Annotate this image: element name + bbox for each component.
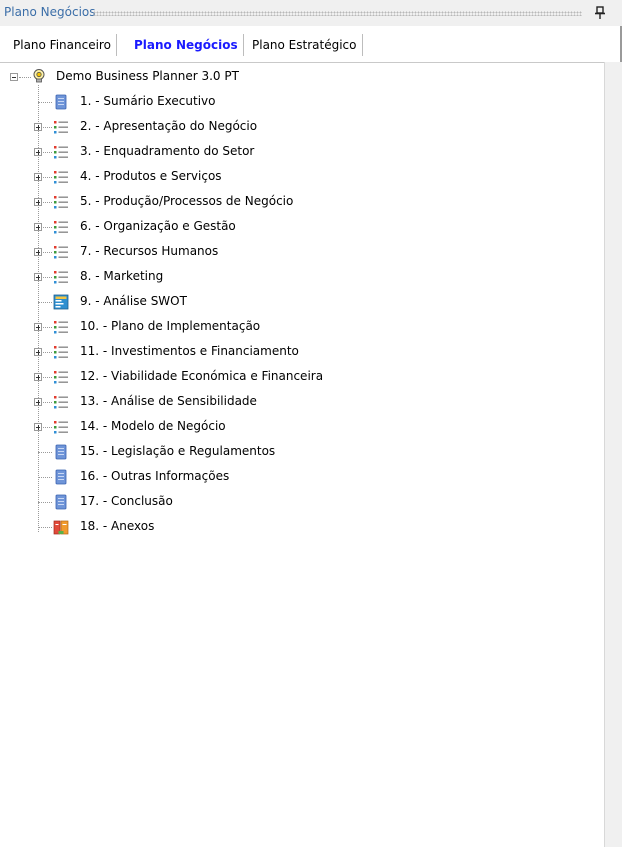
- tree-item-conclusao[interactable]: 17. - Conclusão: [0, 490, 600, 514]
- tree-item-organizacao-e-gestao[interactable]: 6. - Organização e Gestão: [0, 215, 600, 239]
- tree-item-label: 17. - Conclusão: [80, 494, 173, 508]
- expand-toggle[interactable]: [34, 148, 42, 156]
- tree-item-outras-informacoes[interactable]: 16. - Outras Informações: [0, 465, 600, 489]
- lightbulb-icon: [33, 69, 45, 83]
- tree-item-investimentos-e-financiamento[interactable]: 11. - Investimentos e Financiamento: [0, 340, 600, 364]
- tree-connector: [38, 452, 52, 453]
- tree-item-label: 2. - Apresentação do Negócio: [80, 119, 258, 133]
- tree-root-label: Demo Business Planner 3.0 PT: [56, 69, 239, 83]
- tree-connector: [38, 477, 52, 478]
- list-icon: [54, 146, 68, 159]
- tree-connector: [38, 102, 52, 103]
- tab-plano-negocios[interactable]: Plano Negócios: [129, 34, 244, 56]
- tree-connector: [38, 302, 52, 303]
- tree-connector: [38, 527, 52, 528]
- tree-item-sumario-executivo[interactable]: 1. - Sumário Executivo: [0, 90, 600, 114]
- list-icon: [54, 171, 68, 184]
- tree-item-label: 16. - Outras Informações: [80, 469, 230, 483]
- list-icon: [54, 246, 68, 259]
- expand-toggle[interactable]: [34, 423, 42, 431]
- tree-item-label: 14. - Modelo de Negócio: [80, 419, 226, 433]
- tab-plano-financeiro[interactable]: Plano Financeiro: [8, 34, 117, 56]
- tree-connector: [19, 77, 31, 78]
- tree-item-label: 10. - Plano de Implementação: [80, 319, 261, 333]
- list-icon: [54, 221, 68, 234]
- tree-item-label: 5. - Produção/Processos de Negócio: [80, 194, 294, 208]
- vertical-scrollbar[interactable]: [604, 62, 622, 847]
- tab-plano-estrategico[interactable]: Plano Estratégico: [247, 34, 363, 56]
- tree-item-label: 4. - Produtos e Serviços: [80, 169, 222, 183]
- document-icon: [55, 444, 67, 460]
- tree-item-analise-de-sensibilidade[interactable]: 13. - Análise de Sensibilidade: [0, 390, 600, 414]
- expand-toggle[interactable]: [34, 373, 42, 381]
- tree-item-label: 7. - Recursos Humanos: [80, 244, 219, 258]
- tree-item-label: 15. - Legislação e Regulamentos: [80, 444, 276, 458]
- tree-item-marketing[interactable]: 8. - Marketing: [0, 265, 600, 289]
- list-icon: [54, 321, 68, 334]
- tree-item-modelo-de-negocio[interactable]: 14. - Modelo de Negócio: [0, 415, 600, 439]
- tree-item-anexos[interactable]: 18. - Anexos: [0, 515, 600, 539]
- tree-item-viabilidade-economica[interactable]: 12. - Viabilidade Económica e Financeira: [0, 365, 600, 389]
- tree-item-label: 3. - Enquadramento do Setor: [80, 144, 255, 158]
- document-icon: [55, 469, 67, 485]
- list-icon: [54, 196, 68, 209]
- tree-item-analise-swot[interactable]: 9. - Análise SWOT: [0, 290, 600, 314]
- pin-icon[interactable]: [593, 5, 607, 21]
- expand-toggle[interactable]: [34, 273, 42, 281]
- expand-toggle[interactable]: [34, 323, 42, 331]
- swot-icon: [53, 294, 69, 310]
- attachments-icon: [53, 520, 69, 535]
- expand-toggle[interactable]: [34, 348, 42, 356]
- document-icon: [55, 94, 67, 110]
- list-icon: [54, 271, 68, 284]
- tree-item-plano-de-implementacao[interactable]: 10. - Plano de Implementação: [0, 315, 600, 339]
- list-icon: [54, 421, 68, 434]
- tree-item-label: 1. - Sumário Executivo: [80, 94, 216, 108]
- tree-item-label: 18. - Anexos: [80, 519, 155, 533]
- tree-root[interactable]: Demo Business Planner 3.0 PT: [0, 65, 600, 89]
- tree-item-enquadramento-do-setor[interactable]: 3. - Enquadramento do Setor: [0, 140, 600, 164]
- expand-toggle[interactable]: [34, 173, 42, 181]
- tree-item-apresentacao-do-negocio[interactable]: 2. - Apresentação do Negócio: [0, 115, 600, 139]
- panel-title: Plano Negócios: [4, 5, 96, 19]
- expand-toggle[interactable]: [34, 223, 42, 231]
- list-icon: [54, 346, 68, 359]
- tree-item-label: 9. - Análise SWOT: [80, 294, 187, 308]
- list-icon: [54, 121, 68, 134]
- title-bar-grip[interactable]: [93, 11, 582, 16]
- tree-item-legislacao-e-regulamentos[interactable]: 15. - Legislação e Regulamentos: [0, 440, 600, 464]
- expand-toggle[interactable]: [34, 198, 42, 206]
- tree-item-label: 12. - Viabilidade Económica e Financeira: [80, 369, 324, 383]
- list-icon: [54, 396, 68, 409]
- tree-item-label: 8. - Marketing: [80, 269, 164, 283]
- tab-bar: Plano Financeiro Plano Negócios Plano Es…: [0, 26, 622, 62]
- tree-item-producao-processos[interactable]: 5. - Produção/Processos de Negócio: [0, 190, 600, 214]
- business-plan-tree: Demo Business Planner 3.0 PT 1. - Sumári…: [0, 62, 604, 848]
- panel-title-bar: Plano Negócios: [0, 0, 622, 26]
- tree-item-label: 11. - Investimentos e Financiamento: [80, 344, 299, 358]
- expand-toggle[interactable]: [34, 248, 42, 256]
- tree-item-label: 6. - Organização e Gestão: [80, 219, 236, 233]
- expand-toggle[interactable]: [34, 398, 42, 406]
- list-icon: [54, 371, 68, 384]
- expand-toggle[interactable]: [34, 123, 42, 131]
- collapse-toggle[interactable]: [10, 73, 18, 81]
- tree-item-recursos-humanos[interactable]: 7. - Recursos Humanos: [0, 240, 600, 264]
- tree-item-produtos-e-servicos[interactable]: 4. - Produtos e Serviços: [0, 165, 600, 189]
- tree-connector: [38, 502, 52, 503]
- tree-item-label: 13. - Análise de Sensibilidade: [80, 394, 257, 408]
- document-icon: [55, 494, 67, 510]
